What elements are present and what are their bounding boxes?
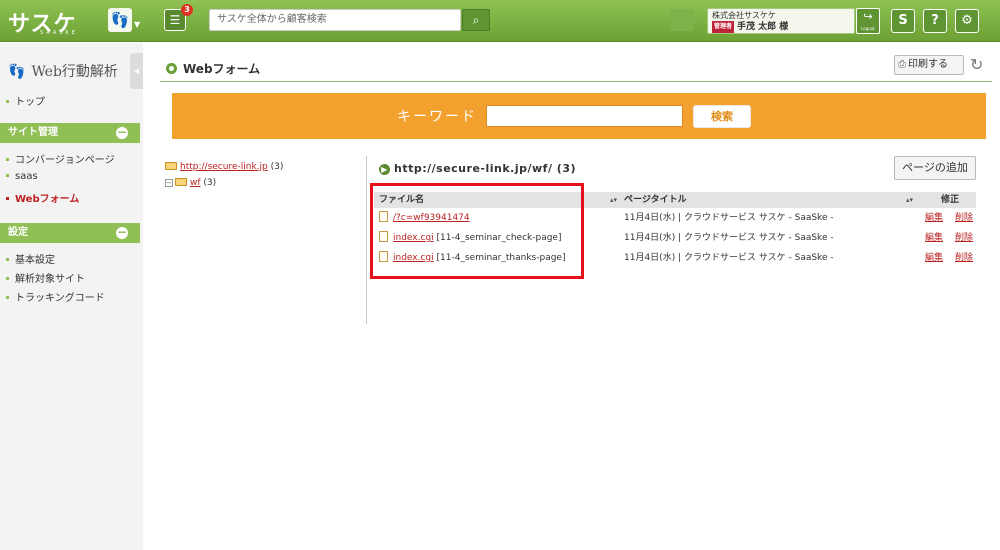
folder-open-icon — [165, 162, 177, 170]
page-title-cell: 11月4日(水) | クラウドサービス サスケ - SaaSke - — [624, 233, 834, 243]
refresh-icon[interactable]: ↻ — [970, 55, 983, 74]
page-title: Webフォーム — [166, 60, 260, 77]
delete-link[interactable]: 削除 — [955, 208, 973, 228]
sidebar-item-target-sites[interactable]: 解析対象サイト — [6, 270, 85, 285]
search-icon[interactable]: ⌕ — [462, 9, 490, 31]
sidebar-item-top[interactable]: トップ — [6, 93, 45, 108]
blank-toolbar-slot — [670, 9, 694, 31]
collapse-minus-icon[interactable]: − — [116, 126, 128, 139]
notification-badge: 3 — [181, 4, 193, 16]
sidebar: 👣 Web行動解析 ◀ トップ サイト管理 − コンバージョンページ saas We… — [0, 43, 143, 550]
sidebar-item-conversion[interactable]: コンバージョンページ — [6, 151, 115, 166]
tree-child-link[interactable]: wf — [190, 178, 201, 188]
sidebar-item-webform[interactable]: Webフォーム — [6, 190, 79, 205]
sidebar-section-site[interactable]: サイト管理 − — [0, 123, 140, 143]
tree-root-link[interactable]: http://secure-link.jp — [180, 162, 268, 172]
sidebar-collapse-button[interactable]: ◀ — [130, 53, 143, 89]
sidebar-item-basic-settings[interactable]: 基本設定 — [6, 251, 55, 266]
sidebar-title: 👣 Web行動解析 — [8, 64, 118, 80]
print-button[interactable]: ⎙ 印刷する — [894, 55, 964, 75]
folder-tree: http://secure-link.jp (3) − wf (3) — [165, 160, 283, 192]
arrow-right-icon: ▶ — [379, 164, 390, 175]
footprint-menu-icon[interactable]: 👣 — [108, 8, 132, 32]
tree-child[interactable]: − wf (3) — [165, 176, 283, 192]
sidebar-item-saas[interactable]: saas — [6, 171, 38, 182]
gear-icon[interactable]: ⚙ — [955, 9, 979, 33]
tree-child-count: (3) — [203, 178, 217, 188]
top-bar: サスケ SAASKE 👣 ▼ ☰ 3 サスケ全体から顧客検索 ⌕ 株式会社サスケ… — [0, 0, 1000, 42]
saaske-home-icon[interactable]: S — [891, 9, 915, 33]
collapse-minus-icon[interactable]: − — [116, 226, 128, 239]
folder-open-icon — [175, 178, 187, 186]
sidebar-section-settings[interactable]: 設定 − — [0, 223, 140, 243]
help-icon[interactable]: ? — [923, 9, 947, 33]
bullet-icon — [166, 63, 177, 74]
logout-button[interactable]: ↪ Logout — [856, 8, 880, 34]
delete-link[interactable]: 削除 — [955, 228, 973, 248]
edit-link[interactable]: 編集 — [925, 208, 943, 228]
keyword-search-button[interactable]: 検索 — [693, 105, 751, 128]
keyword-input[interactable] — [486, 105, 683, 127]
delete-link[interactable]: 削除 — [955, 248, 973, 268]
logout-label: Logout — [861, 26, 875, 31]
keyword-search-bar: キーワード 検索 — [172, 93, 986, 139]
col-header-page-title[interactable]: ページタイトル — [624, 192, 687, 208]
user-info[interactable]: 株式会社サスケケ 管理者 手茂 太郎 様 — [707, 8, 855, 34]
user-name: 手茂 太郎 様 — [737, 22, 789, 32]
sort-icon[interactable]: ▴▾ — [906, 192, 913, 208]
title-divider — [160, 81, 992, 82]
logo-subtext: SAASKE — [40, 30, 78, 36]
edit-link[interactable]: 編集 — [925, 248, 943, 268]
customer-search-input[interactable]: サスケ全体から顧客検索 — [209, 9, 461, 31]
highlight-annotation-box — [370, 183, 584, 279]
role-badge: 管理者 — [712, 21, 735, 33]
tree-expander-icon[interactable]: − — [165, 179, 173, 187]
company-name: 株式会社サスケケ — [712, 11, 776, 20]
keyword-label: キーワード — [397, 109, 477, 125]
footprint-icon: 👣 — [8, 64, 26, 80]
col-header-edit: 修正 — [941, 195, 960, 205]
sort-icon[interactable]: ▴▾ — [610, 192, 617, 208]
tree-root[interactable]: http://secure-link.jp (3) — [165, 160, 283, 176]
page-title-cell: 11月4日(水) | クラウドサービス サスケ - SaaSke - — [624, 253, 834, 263]
edit-link[interactable]: 編集 — [925, 228, 943, 248]
tree-root-count: (3) — [270, 162, 284, 172]
sidebar-item-tracking-code[interactable]: トラッキングコード — [6, 289, 105, 304]
panel-divider — [366, 156, 367, 324]
chevron-down-icon[interactable]: ▼ — [134, 20, 140, 29]
printer-icon: ⎙ — [898, 59, 906, 70]
add-page-button[interactable]: ページの追加 — [894, 156, 976, 180]
page-title-cell: 11月4日(水) | クラウドサービス サスケ - SaaSke - — [624, 213, 834, 223]
folder-title: ▶ http://secure-link.jp/wf/ (3) — [379, 162, 576, 175]
